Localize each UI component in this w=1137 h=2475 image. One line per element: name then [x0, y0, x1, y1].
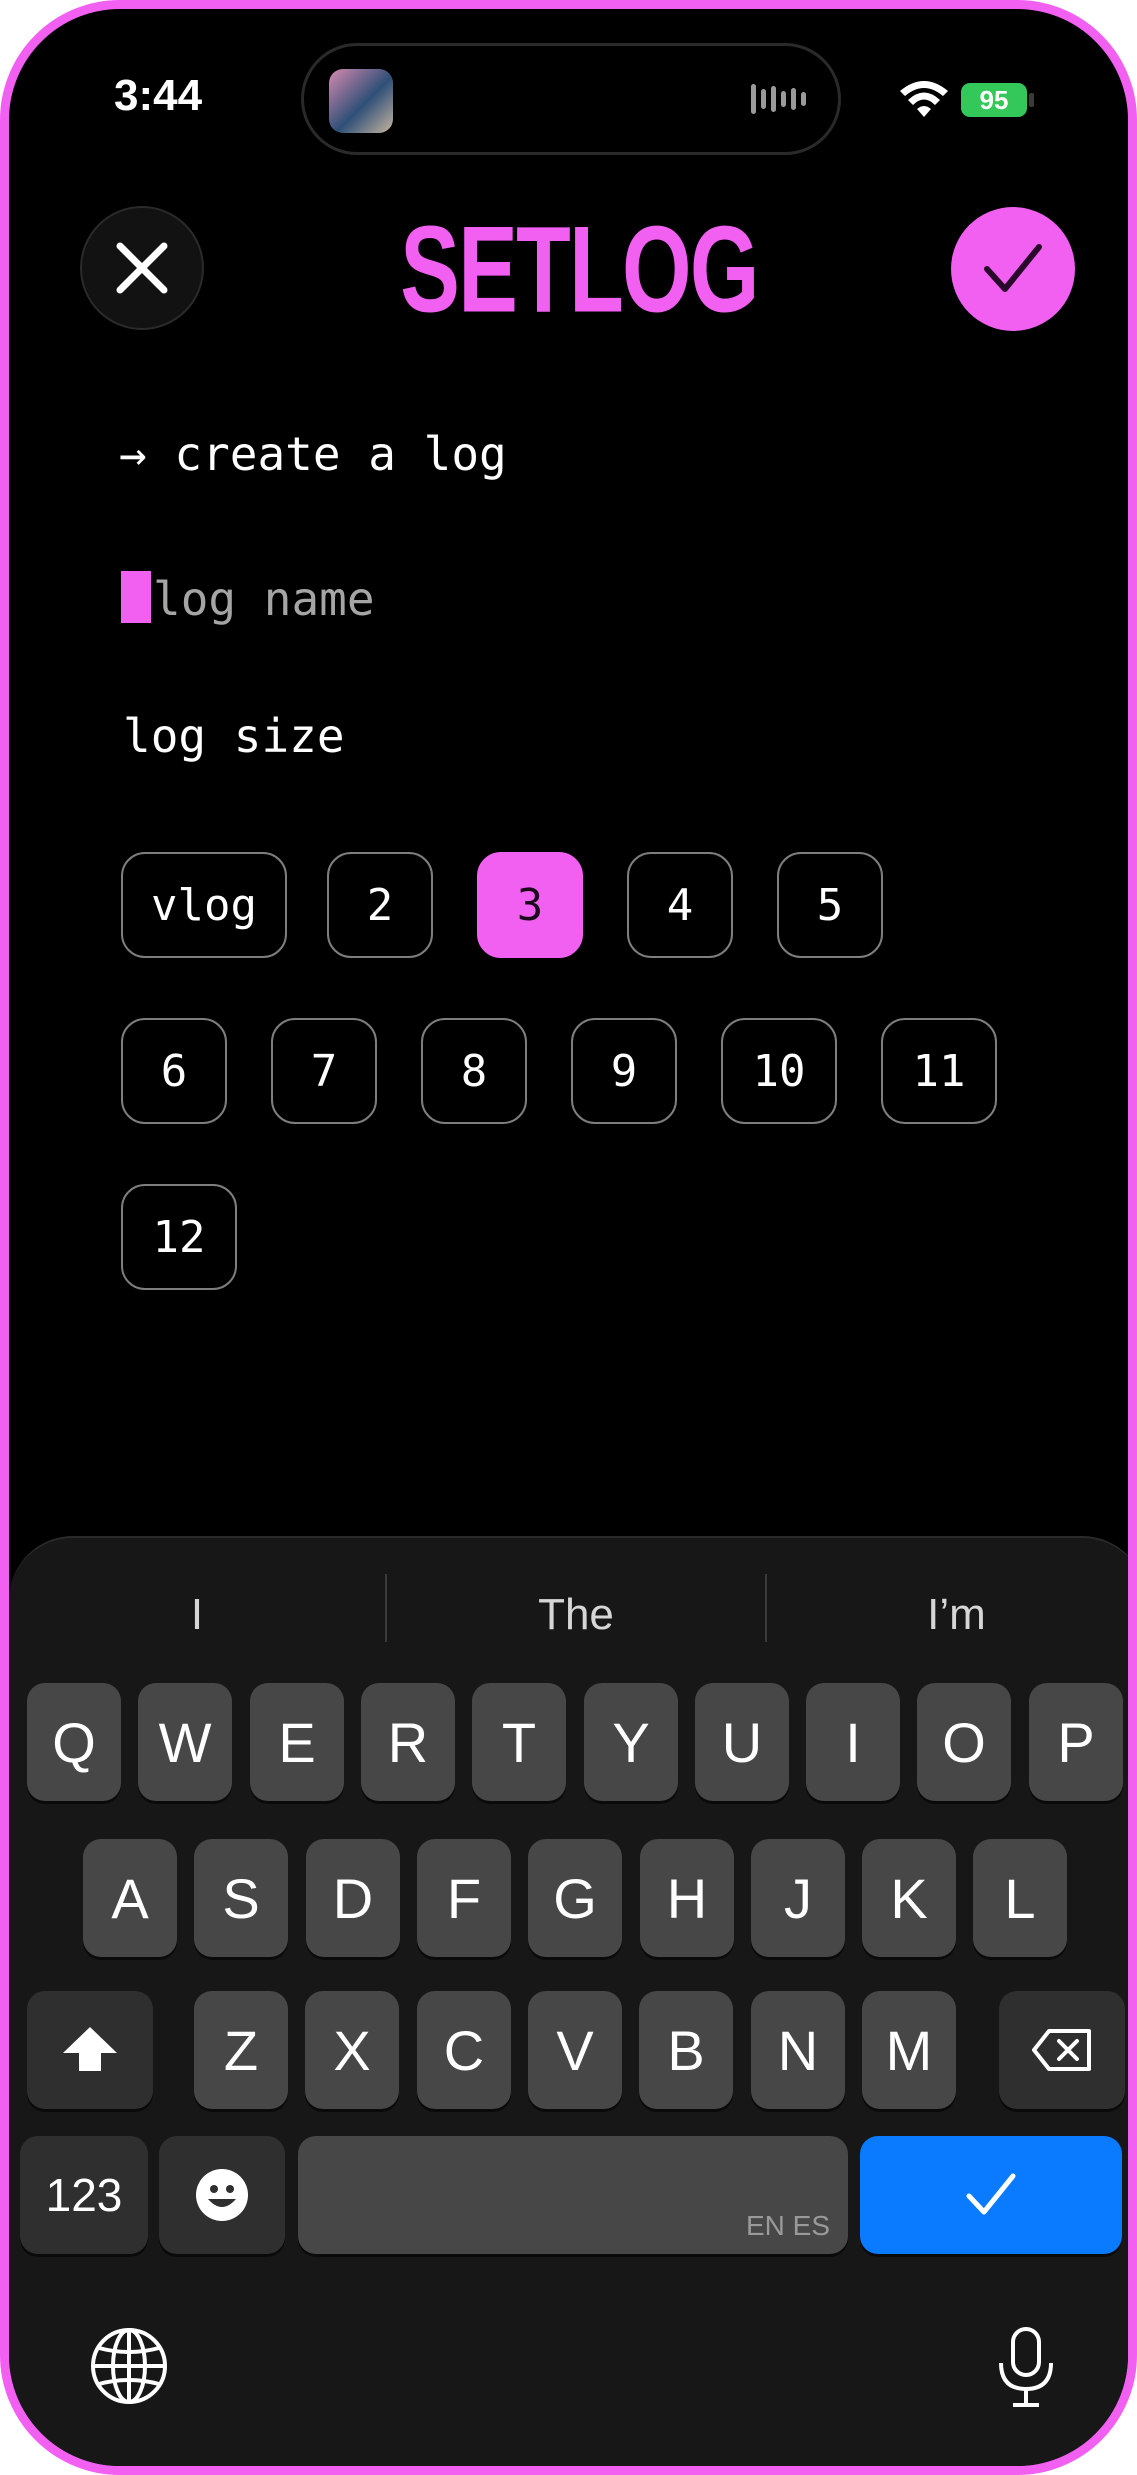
space-key[interactable]: EN ES — [298, 2136, 848, 2254]
size-option-3[interactable]: 3 — [476, 852, 583, 958]
size-option-12[interactable]: 12 — [121, 1184, 237, 1290]
confirm-button[interactable] — [951, 207, 1075, 331]
key-s[interactable]: S — [194, 1839, 288, 1957]
size-option-5[interactable]: 5 — [776, 852, 883, 958]
key-p[interactable]: P — [1029, 1683, 1123, 1801]
size-option-9[interactable]: 9 — [571, 1018, 677, 1124]
now-playing-artwork[interactable] — [329, 69, 393, 133]
phone-screen: 3:44 95 SETLOG → create a log log size v… — [0, 0, 1137, 2475]
key-x[interactable]: X — [305, 1991, 399, 2109]
key-k[interactable]: K — [862, 1839, 956, 1957]
checkmark-icon — [966, 2173, 1016, 2215]
suggestion-2[interactable]: The — [387, 1580, 765, 1650]
key-o[interactable]: O — [917, 1683, 1011, 1801]
log-size-options: vlog 2 3 4 5 6 7 8 9 10 11 12 — [121, 852, 1041, 1290]
log-size-label: log size — [123, 709, 345, 763]
wifi-icon — [900, 81, 948, 117]
numbers-key[interactable]: 123 — [20, 2136, 148, 2254]
key-c[interactable]: C — [417, 1991, 511, 2109]
size-option-6[interactable]: 6 — [121, 1018, 227, 1124]
battery-level: 95 — [979, 85, 1009, 115]
key-e[interactable]: E — [250, 1683, 344, 1801]
shift-key[interactable] — [27, 1991, 153, 2109]
key-v[interactable]: V — [528, 1991, 622, 2109]
log-name-input[interactable] — [119, 559, 1019, 639]
key-w[interactable]: W — [138, 1683, 232, 1801]
key-n[interactable]: N — [751, 1991, 845, 2109]
delete-icon — [1032, 2029, 1091, 2071]
app-logo: SETLOG — [400, 200, 759, 338]
key-d[interactable]: D — [306, 1839, 400, 1957]
key-t[interactable]: T — [472, 1683, 566, 1801]
close-icon — [116, 242, 168, 294]
shift-icon — [63, 2027, 117, 2071]
emoji-key[interactable] — [159, 2136, 285, 2254]
key-m[interactable]: M — [862, 1991, 956, 2109]
key-j[interactable]: J — [751, 1839, 845, 1957]
checkmark-icon — [984, 244, 1042, 292]
key-z[interactable]: Z — [194, 1991, 288, 2109]
size-option-4[interactable]: 4 — [626, 852, 733, 958]
suggestion-3[interactable]: I’m — [767, 1580, 1128, 1650]
status-time: 3:44 — [114, 71, 203, 120]
key-y[interactable]: Y — [584, 1683, 678, 1801]
key-l[interactable]: L — [973, 1839, 1067, 1957]
size-option-vlog[interactable]: vlog — [121, 852, 287, 958]
keyboard: I The I’m QWERTYUIOPASDFGHJKLZXCVBNM — [9, 1536, 1128, 2466]
form-heading: → create a log — [119, 427, 507, 481]
key-u[interactable]: U — [695, 1683, 789, 1801]
return-key[interactable] — [860, 2136, 1122, 2254]
battery-icon: 95 — [961, 83, 1027, 117]
key-i[interactable]: I — [806, 1683, 900, 1801]
key-a[interactable]: A — [83, 1839, 177, 1957]
size-option-8[interactable]: 8 — [421, 1018, 527, 1124]
space-languages: EN ES — [745, 2210, 830, 2241]
key-r[interactable]: R — [361, 1683, 455, 1801]
size-option-2[interactable]: 2 — [326, 852, 433, 958]
suggestion-1[interactable]: I — [9, 1580, 385, 1650]
key-b[interactable]: B — [639, 1991, 733, 2109]
delete-key[interactable] — [999, 1991, 1125, 2109]
emoji-icon — [196, 2169, 248, 2221]
globe-icon[interactable] — [89, 2326, 169, 2406]
size-option-10[interactable]: 10 — [721, 1018, 837, 1124]
key-q[interactable]: Q — [27, 1683, 121, 1801]
close-button[interactable] — [80, 206, 204, 330]
key-h[interactable]: H — [640, 1839, 734, 1957]
audio-waveform-icon — [751, 81, 811, 117]
key-g[interactable]: G — [528, 1839, 622, 1957]
numbers-key-label: 123 — [45, 2169, 123, 2221]
microphone-icon[interactable] — [991, 2325, 1061, 2411]
size-option-11[interactable]: 11 — [881, 1018, 997, 1124]
size-option-7[interactable]: 7 — [271, 1018, 377, 1124]
key-f[interactable]: F — [417, 1839, 511, 1957]
battery-tip — [1029, 93, 1034, 107]
